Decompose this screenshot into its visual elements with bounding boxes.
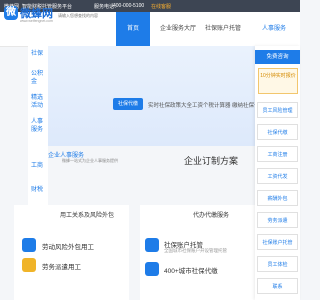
outsourcing-icon (22, 238, 36, 252)
quote-promo[interactable]: 10分钟实时报价 (258, 68, 298, 94)
account-custody-icon (145, 238, 159, 252)
nav-home[interactable]: 首页 (116, 12, 150, 46)
rail-item-health-check[interactable]: 员工体检 (257, 256, 298, 272)
nav-service-hall[interactable]: 企业服务大厅 (160, 12, 196, 46)
search-input[interactable] (58, 11, 113, 20)
online-service-link[interactable]: 在线客服 (151, 3, 171, 10)
rail-item-business-registration[interactable]: 工商注册 (257, 146, 298, 162)
service-card-left (14, 205, 129, 300)
free-consult-header[interactable]: 免费咨询 (255, 50, 300, 64)
rail-item-compensation[interactable]: 薪酬外包 (257, 190, 298, 206)
service-label-dispatch[interactable]: 劳务派遣用工 (42, 261, 81, 271)
banner-link-tax-calculator[interactable]: 工资个税计算器 (192, 101, 231, 109)
banner-social-security-button[interactable]: 社保代缴 (113, 98, 143, 110)
hero-banner (48, 46, 288, 146)
service-label-agency[interactable]: 代办代缴服务 (193, 210, 229, 219)
service-label-outsourcing[interactable]: 劳动风险外包用工 (42, 241, 94, 251)
rail-item-risk[interactable]: 员工风险管理 (257, 102, 298, 118)
rail-item-contact[interactable]: 联系 (257, 278, 298, 294)
menu-featured[interactable]: 精选活动 (31, 94, 45, 110)
dispatch-icon (22, 258, 36, 272)
rail-item-payroll[interactable]: 工资代发 (257, 168, 298, 184)
service-desc-account-custody: 全国城市社保账户开设管理托管 (164, 248, 227, 253)
menu-business[interactable]: 工商 (31, 162, 45, 170)
menu-tax[interactable]: 财税 (31, 186, 45, 194)
nav-social-security-custody[interactable]: 社保账户托管 (205, 12, 241, 46)
menu-social-security[interactable]: 社保 (31, 50, 45, 58)
service-label-risk[interactable]: 用工关系及风险外包 (60, 210, 114, 219)
city-coverage-icon (145, 262, 159, 276)
nav-hr-service[interactable]: 人事服务 (262, 12, 286, 46)
service-label-city-coverage[interactable]: 400+城市社保代缴 (164, 265, 218, 275)
menu-hr-service[interactable]: 人事服务 (31, 118, 45, 134)
rail-item-social-security[interactable]: 社保代缴 (257, 124, 298, 140)
logo-icon[interactable]: 微 (4, 6, 18, 20)
rail-item-dispatch[interactable]: 劳务派遣 (257, 212, 298, 228)
section-title: 企业订制方案 (184, 156, 239, 166)
phone-number: 400-000-5100 (113, 3, 145, 9)
menu-housing-fund[interactable]: 公积金 (31, 70, 45, 86)
banner-link-policy[interactable]: 实时社保政策大全 (148, 101, 192, 109)
logo-url: www.weifengnet.com (20, 19, 53, 23)
hr-service-label: 企业人事服务 (48, 153, 85, 159)
rail-item-account-custody[interactable]: 社保账户托管 (257, 234, 298, 250)
